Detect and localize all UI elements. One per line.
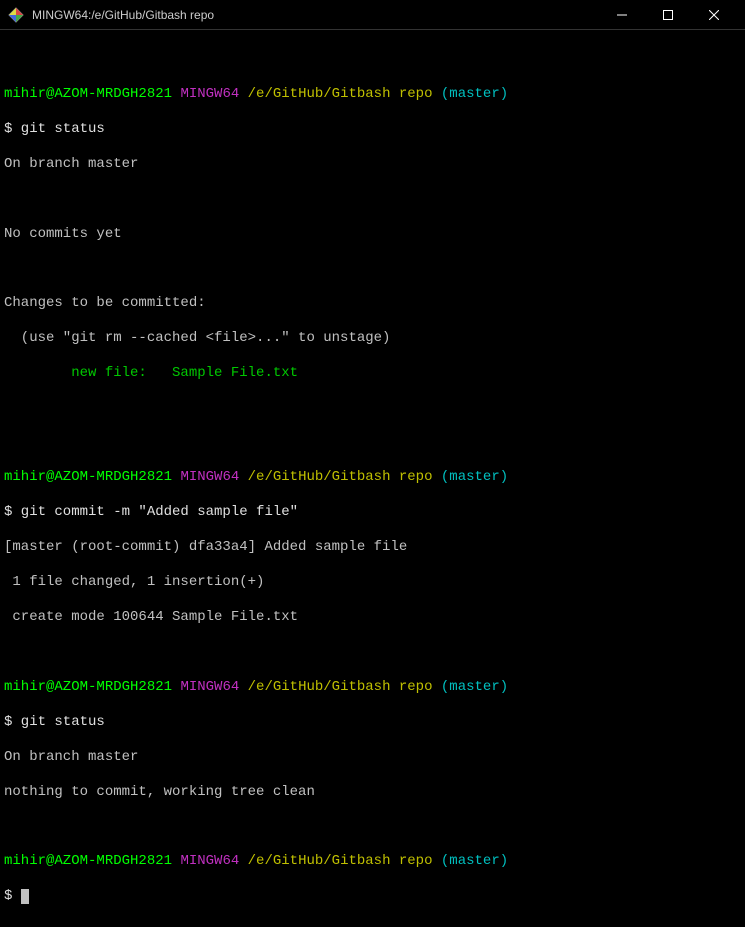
prompt-line: mihir@AZOM-MRDGH2821 MINGW64 /e/GitHub/G…	[4, 469, 741, 487]
prompt-branch: (master)	[441, 679, 508, 695]
output-line: [master (root-commit) dfa33a4] Added sam…	[4, 539, 741, 557]
prompt-env: MINGW64	[180, 853, 239, 869]
prompt-env: MINGW64	[180, 679, 239, 695]
prompt-user: mihir@AZOM-MRDGH2821	[4, 679, 172, 695]
prompt-user: mihir@AZOM-MRDGH2821	[4, 469, 172, 485]
output-line: Changes to be committed:	[4, 295, 741, 313]
prompt-line: mihir@AZOM-MRDGH2821 MINGW64 /e/GitHub/G…	[4, 853, 741, 871]
output-line: (use "git rm --cached <file>..." to unst…	[4, 330, 741, 348]
prompt-user: mihir@AZOM-MRDGH2821	[4, 853, 172, 869]
close-button[interactable]	[691, 0, 737, 30]
command-line: $ git status	[4, 714, 741, 732]
prompt-path: /e/GitHub/Gitbash repo	[248, 86, 433, 102]
prompt-line: mihir@AZOM-MRDGH2821 MINGW64 /e/GitHub/G…	[4, 679, 741, 697]
window-controls	[599, 0, 737, 30]
output-line: On branch master	[4, 749, 741, 767]
prompt-env: MINGW64	[180, 86, 239, 102]
terminal-output[interactable]: mihir@AZOM-MRDGH2821 MINGW64 /e/GitHub/G…	[0, 30, 745, 927]
prompt-branch: (master)	[441, 853, 508, 869]
prompt-dollar: $	[4, 888, 21, 904]
minimize-button[interactable]	[599, 0, 645, 30]
output-line: 1 file changed, 1 insertion(+)	[4, 574, 741, 592]
prompt-path: /e/GitHub/Gitbash repo	[248, 679, 433, 695]
prompt-line: mihir@AZOM-MRDGH2821 MINGW64 /e/GitHub/G…	[4, 86, 741, 104]
titlebar[interactable]: MINGW64:/e/GitHub/Gitbash repo	[0, 0, 745, 30]
prompt-env: MINGW64	[180, 469, 239, 485]
output-line: No commits yet	[4, 226, 741, 244]
prompt-branch: (master)	[441, 86, 508, 102]
prompt-branch: (master)	[441, 469, 508, 485]
output-line: new file: Sample File.txt	[4, 365, 741, 383]
command-line: $ git status	[4, 121, 741, 139]
app-icon	[8, 7, 24, 23]
cursor	[21, 889, 29, 904]
command-line: $ git commit -m "Added sample file"	[4, 504, 741, 522]
command-line: $	[4, 888, 741, 906]
prompt-user: mihir@AZOM-MRDGH2821	[4, 86, 172, 102]
window-title: MINGW64:/e/GitHub/Gitbash repo	[32, 8, 599, 22]
output-line: On branch master	[4, 156, 741, 174]
prompt-path: /e/GitHub/Gitbash repo	[248, 469, 433, 485]
prompt-path: /e/GitHub/Gitbash repo	[248, 853, 433, 869]
maximize-button[interactable]	[645, 0, 691, 30]
output-line: create mode 100644 Sample File.txt	[4, 609, 741, 627]
output-line: nothing to commit, working tree clean	[4, 784, 741, 802]
